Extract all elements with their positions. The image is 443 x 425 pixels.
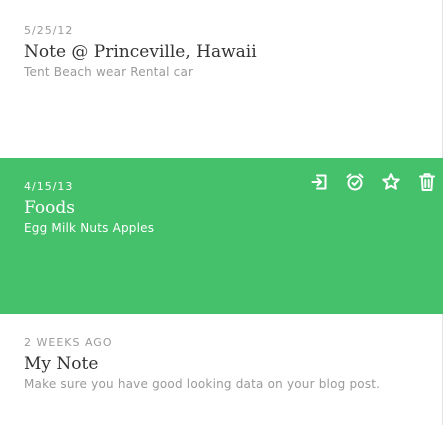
note-card-selected[interactable]: 4/15/13 Foods Egg Milk Nuts Apples [0, 158, 443, 314]
star-button[interactable] [380, 171, 402, 193]
note-card[interactable]: 2 WEEKS AGO My Note Make sure you have g… [0, 314, 443, 425]
star-icon [382, 173, 400, 190]
note-snippet: Egg Milk Nuts Apples [24, 221, 155, 235]
note-snippet: Make sure you have good looking data on … [24, 377, 381, 391]
reminder-icon [346, 173, 364, 191]
note-card[interactable]: 5/25/12 Note @ Princeville, Hawaii Tent … [0, 0, 443, 158]
delete-button[interactable] [416, 171, 438, 193]
note-title: My Note [24, 354, 99, 374]
note-title: Foods [24, 198, 75, 218]
share-icon [311, 174, 327, 190]
note-date: 2 WEEKS AGO [24, 336, 113, 349]
note-snippet: Tent Beach wear Rental car [24, 65, 194, 79]
note-title: Note @ Princeville, Hawaii [24, 42, 257, 62]
trash-icon [419, 173, 435, 191]
note-date: 5/25/12 [24, 24, 74, 37]
note-list: 5/25/12 Note @ Princeville, Hawaii Tent … [0, 0, 443, 425]
reminder-button[interactable] [344, 171, 366, 193]
share-button[interactable] [308, 171, 330, 193]
note-actions [308, 171, 438, 193]
